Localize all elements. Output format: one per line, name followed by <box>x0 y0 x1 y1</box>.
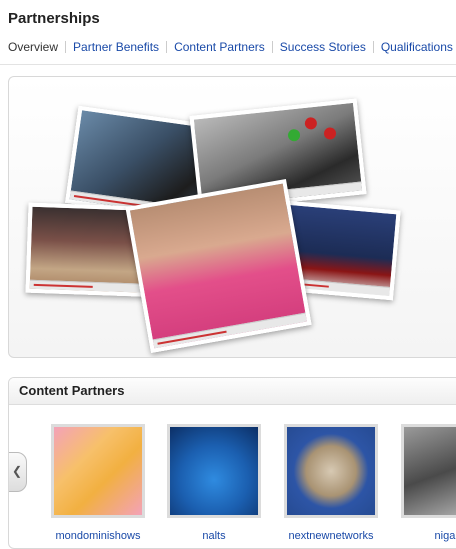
subnav-overview[interactable]: Overview <box>8 40 58 54</box>
partner-avatar[interactable] <box>51 424 145 518</box>
subnav-divider <box>372 41 374 53</box>
green-ornament <box>287 128 301 142</box>
partner-name-link[interactable]: nigah <box>401 530 456 542</box>
partner-card[interactable]: mondominishows <box>51 424 145 542</box>
content-partners-heading: Content Partners <box>9 378 456 405</box>
content-partners-panel: Content Partners ❮ mondominishows nalts … <box>8 377 456 549</box>
partner-name-link[interactable]: nextnewnetworks <box>284 530 378 542</box>
player-controls-bar <box>152 312 307 349</box>
chevron-left-icon[interactable]: ❮ <box>9 452 27 492</box>
partner-card[interactable]: nalts <box>167 424 261 542</box>
subnav-partner-benefits[interactable]: Partner Benefits <box>73 40 159 54</box>
subnav-qualifications[interactable]: Qualifications <box>381 40 453 54</box>
subnav-divider <box>65 41 67 53</box>
partnerships-subnav: Overview Partner Benefits Content Partners… <box>8 40 456 54</box>
hero-video-collage <box>8 76 456 358</box>
partner-avatar[interactable] <box>167 424 261 518</box>
red-ornament <box>323 126 337 141</box>
video-thumbnail-kid[interactable] <box>125 178 312 354</box>
partner-avatar[interactable] <box>284 424 378 518</box>
subnav-success-stories[interactable]: Success Stories <box>280 40 366 54</box>
page-title: Partnerships <box>8 10 100 27</box>
partner-name-link[interactable]: mondominishows <box>51 530 145 542</box>
partner-name-link[interactable]: nalts <box>167 530 261 542</box>
subnav-divider <box>271 41 273 53</box>
partner-card[interactable]: nextnewnetworks <box>284 424 378 542</box>
subnav-divider <box>166 41 168 53</box>
subnav-content-partners[interactable]: Content Partners <box>174 40 265 54</box>
partner-card[interactable]: nigah <box>401 424 456 542</box>
partner-avatar[interactable] <box>401 424 456 518</box>
red-ornament <box>304 116 318 130</box>
header-divider <box>0 64 456 65</box>
